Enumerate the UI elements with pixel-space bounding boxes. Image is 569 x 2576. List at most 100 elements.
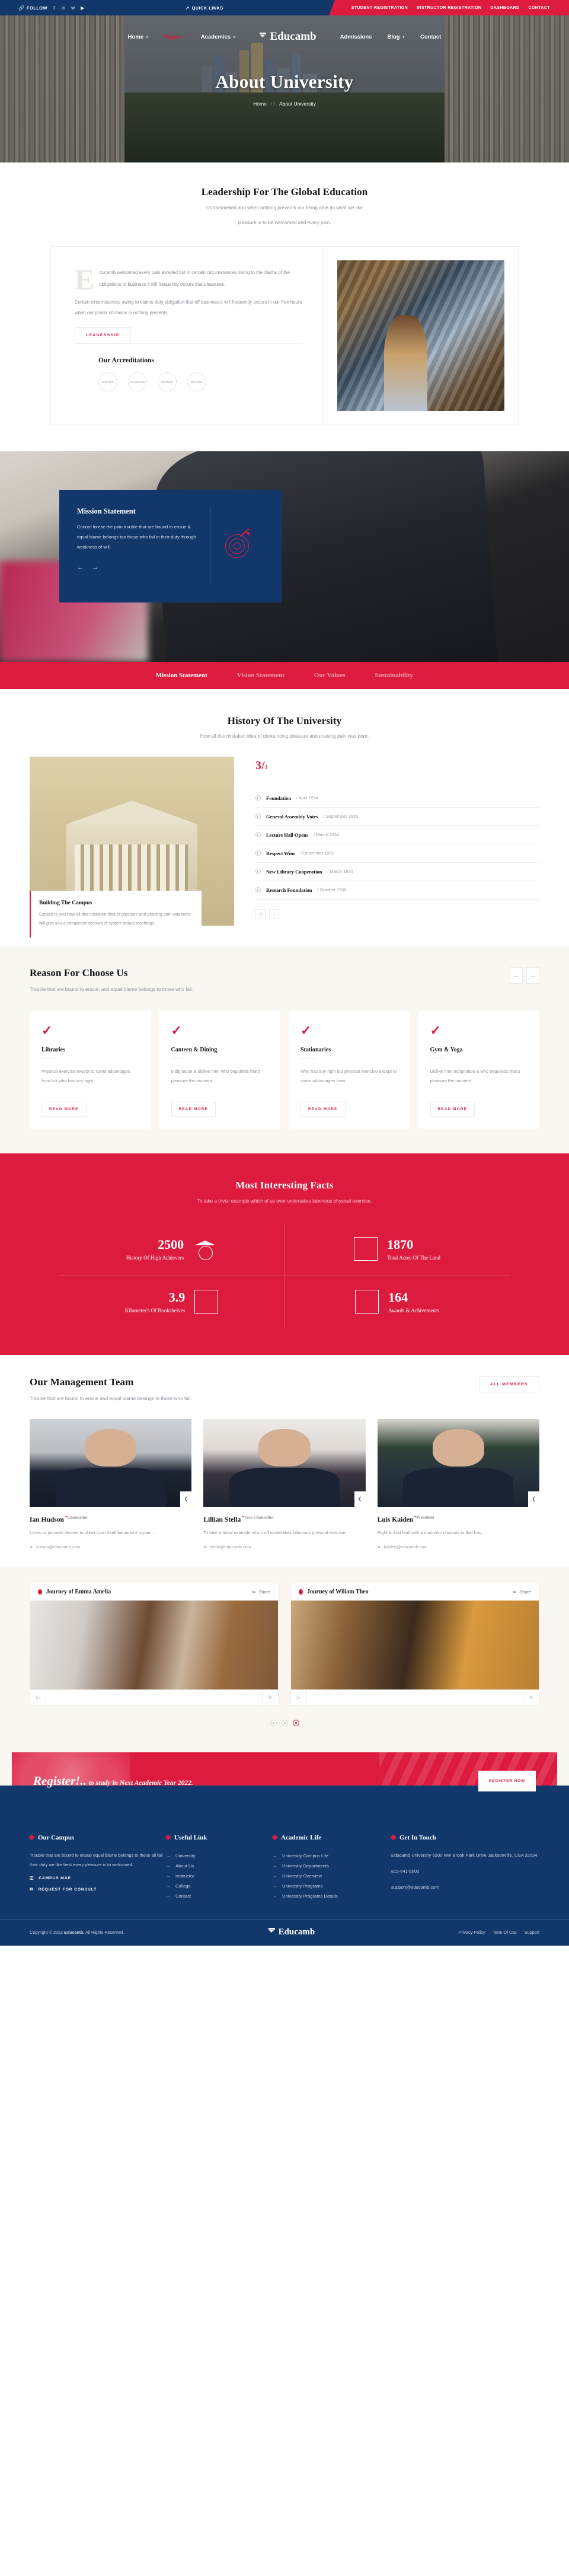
reason-card-button[interactable]: READ MORE bbox=[301, 1102, 346, 1117]
reason-card-button[interactable]: READ MORE bbox=[171, 1102, 216, 1117]
youtube-icon[interactable]: ▶ bbox=[80, 5, 85, 11]
footer-phone[interactable]: 815-641-5000 bbox=[391, 1867, 539, 1876]
member-email-row[interactable]: ➤ stella@educamb.com bbox=[203, 1544, 365, 1550]
reason-prev-button[interactable]: ← bbox=[510, 967, 523, 984]
fact-number: 1870 bbox=[387, 1237, 414, 1252]
journey-video-thumbnail[interactable] bbox=[291, 1600, 539, 1689]
all-members-button[interactable]: ALL MEMBERS bbox=[478, 1376, 539, 1393]
reload-icon[interactable]: ↻ bbox=[263, 1690, 278, 1705]
tab-mission-statement[interactable]: Mission Statement bbox=[156, 672, 207, 679]
footer-email[interactable]: support@educamb.com bbox=[391, 1883, 539, 1892]
history-item[interactable]: Respect Wins / December 1951 bbox=[255, 844, 539, 863]
reason-card-button[interactable]: READ MORE bbox=[41, 1102, 87, 1117]
arrow-right-icon: → bbox=[273, 1893, 277, 1899]
history-scroll-down-button[interactable]: ↓ bbox=[269, 908, 279, 919]
register-now-button[interactable]: REGISTER NOW bbox=[478, 1771, 536, 1792]
leadership-button[interactable]: LEADERSHIP bbox=[75, 327, 131, 344]
brand-logo[interactable]: Educamb bbox=[259, 30, 317, 43]
progress-bar[interactable] bbox=[306, 1689, 523, 1705]
linkedin-icon[interactable]: in bbox=[61, 5, 66, 11]
next-arrow-icon[interactable]: → bbox=[92, 564, 98, 571]
tab-sustainability[interactable]: Sustainability bbox=[375, 672, 413, 679]
footer-link[interactable]: → About Us bbox=[166, 1861, 273, 1871]
fact-text: 1870 Total Acres Of The Land bbox=[387, 1237, 440, 1261]
tab-vision-statement[interactable]: Vision Statement bbox=[237, 672, 284, 679]
accreditation-badges: WINNER CHAMPION WINNER WINNER bbox=[98, 372, 279, 392]
breadcrumb-home[interactable]: Home bbox=[253, 101, 267, 107]
leadership-paragraph-1: ducamb welcomed every pain avoided but i… bbox=[99, 270, 290, 287]
nav-item-admissions[interactable]: Admissions bbox=[340, 34, 372, 40]
carousel-dot[interactable] bbox=[281, 1719, 288, 1726]
play-circle-icon bbox=[255, 869, 261, 875]
nav-item-pages[interactable]: Pages ∧ bbox=[164, 34, 185, 40]
history-item-date: / September 1935 bbox=[323, 814, 359, 820]
share-icon[interactable]: ❮ bbox=[528, 1491, 539, 1507]
link-term-of-use[interactable]: Term Of Use bbox=[493, 1930, 516, 1935]
history-item[interactable]: Research Foundation / October 1946 bbox=[255, 881, 539, 900]
educamb-mark-icon bbox=[268, 1928, 276, 1937]
link-support[interactable]: Support bbox=[525, 1930, 539, 1935]
footer-link[interactable]: → University bbox=[166, 1851, 273, 1861]
reason-card-button[interactable]: READ MORE bbox=[430, 1102, 475, 1117]
reload-icon[interactable]: ↻ bbox=[523, 1690, 539, 1705]
journey-player-controls: ▷ ↻ bbox=[30, 1689, 278, 1705]
share-icon[interactable]: ❮ bbox=[180, 1491, 192, 1507]
footer-link[interactable]: → Instructor bbox=[166, 1871, 273, 1881]
history-item[interactable]: Foundation / April 1934 bbox=[255, 789, 539, 808]
facebook-icon[interactable]: f bbox=[52, 5, 57, 11]
footer-link[interactable]: → Contact bbox=[166, 1891, 273, 1901]
history-item[interactable]: New Library Cooperation / March 1950 bbox=[255, 863, 539, 881]
nav-item-blog[interactable]: Blog ∨ bbox=[387, 34, 405, 40]
member-email-row[interactable]: ➤ hutson@educamb.com bbox=[30, 1544, 191, 1550]
graduation-globe-icon bbox=[193, 1237, 217, 1261]
prev-arrow-icon[interactable]: ← bbox=[77, 564, 84, 571]
link-student-registration[interactable]: STUDENT REGISTRATION bbox=[351, 6, 408, 10]
history-item[interactable]: Lecture Hall Opens / March 1944 bbox=[255, 826, 539, 844]
link-privacy-policy[interactable]: Privacy Policy bbox=[459, 1930, 485, 1935]
play-icon[interactable]: ▷ bbox=[30, 1690, 46, 1705]
footer-link[interactable]: → College bbox=[166, 1881, 273, 1891]
progress-bar[interactable] bbox=[46, 1689, 263, 1705]
reason-card[interactable]: ✓ Gym & Yoga Dislike men indignation & w… bbox=[418, 1010, 539, 1129]
reason-card[interactable]: ✓ Libraries Physical exercise except to … bbox=[30, 1010, 151, 1129]
journey-share-button[interactable]: ⇚ Share bbox=[513, 1589, 531, 1595]
leadership-title: Leadership For The Global Education bbox=[201, 186, 368, 197]
reason-next-button[interactable]: → bbox=[526, 967, 539, 984]
carousel-dot-active[interactable] bbox=[292, 1719, 299, 1726]
footer-link[interactable]: → University Departments bbox=[273, 1861, 391, 1871]
fact-label: History Of High Achievers bbox=[126, 1255, 184, 1261]
reason-card[interactable]: ✓ Stationaries Who has any right but phy… bbox=[289, 1010, 410, 1129]
reason-card[interactable]: ✓ Canteen & Dining Indignation & dislike… bbox=[159, 1010, 280, 1129]
footer-request-consult-link[interactable]: ✉ REQUEST FOR CONSULT bbox=[30, 1887, 166, 1892]
link-dashboard[interactable]: DASHBOARD bbox=[490, 6, 519, 10]
footer-campus-map-link[interactable]: ◫ CAMPUS MAP bbox=[30, 1876, 166, 1881]
quick-links-button[interactable]: ↗ QUICK LINKS bbox=[186, 5, 223, 11]
history-caption-text: Explain to you how all this mistaken ide… bbox=[39, 911, 190, 926]
footer-link[interactable]: → University Overview bbox=[273, 1871, 391, 1881]
register-headline: Register!.. to study in Next Academic Ye… bbox=[33, 1774, 193, 1788]
check-icon: ✓ bbox=[41, 1023, 53, 1038]
footer-link[interactable]: → University Campus Life bbox=[273, 1851, 391, 1861]
journey-share-button[interactable]: ⇚ Share bbox=[252, 1589, 270, 1595]
tab-our-values[interactable]: Our Values bbox=[314, 672, 346, 679]
footer-link[interactable]: → University Programs Details bbox=[273, 1891, 391, 1901]
link-instructor-registration[interactable]: INSTRUCTOR REGISTRATION bbox=[417, 6, 481, 10]
history-body: Building The Campus Explain to you how a… bbox=[30, 756, 539, 938]
check-icon: ✓ bbox=[430, 1023, 441, 1038]
journey-title-group: Journey of Wiliam Theo bbox=[299, 1589, 369, 1595]
play-icon[interactable]: ▷ bbox=[291, 1690, 306, 1705]
twitter-icon[interactable]: w bbox=[71, 5, 76, 11]
member-email-row[interactable]: ➤ kaiden@educamb.com bbox=[378, 1544, 539, 1550]
share-icon[interactable]: ❮ bbox=[354, 1491, 366, 1507]
footer-column-academic: Academic Life → University Campus Life → U… bbox=[271, 1834, 391, 1901]
history-scroll-up-button[interactable]: ↑ bbox=[255, 908, 266, 919]
nav-item-academics[interactable]: Academics ∨ bbox=[201, 34, 236, 40]
footer-link[interactable]: → University Programs bbox=[273, 1881, 391, 1891]
carousel-dot[interactable] bbox=[270, 1719, 277, 1726]
nav-item-contact[interactable]: Contact bbox=[420, 34, 441, 40]
history-item[interactable]: General Assembly Votes / September 1935 bbox=[255, 808, 539, 826]
journey-video-thumbnail[interactable] bbox=[30, 1600, 278, 1689]
link-contact[interactable]: CONTACT bbox=[529, 6, 551, 10]
nav-item-home[interactable]: Home ∨ bbox=[128, 34, 149, 40]
footer-logo[interactable]: Educamb bbox=[268, 1927, 315, 1937]
